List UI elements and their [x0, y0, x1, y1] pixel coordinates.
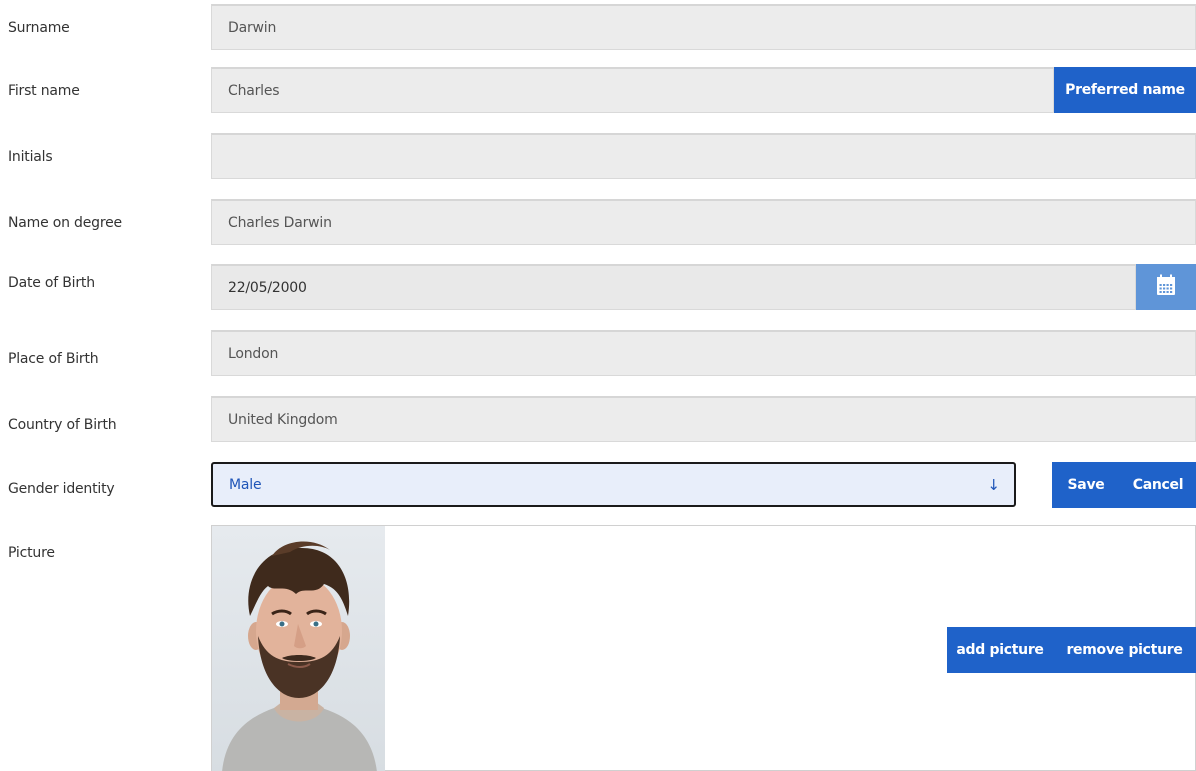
first-name-label: First name — [8, 83, 80, 99]
profile-photo — [212, 526, 385, 771]
gender-identity-value: Male — [229, 476, 262, 493]
surname-label: Surname — [8, 20, 70, 36]
picture-label: Picture — [8, 545, 55, 561]
name-on-degree-label: Name on degree — [8, 215, 122, 231]
save-button[interactable]: Save — [1052, 462, 1120, 508]
place-of-birth-label: Place of Birth — [8, 351, 99, 367]
calendar-icon — [1156, 274, 1176, 300]
country-of-birth-field-wrapper — [211, 396, 1196, 442]
place-of-birth-input[interactable] — [212, 332, 1195, 375]
date-of-birth-input[interactable] — [212, 266, 1135, 309]
surname-input[interactable] — [212, 6, 1195, 49]
picture-container: add picture remove picture — [211, 525, 1196, 771]
country-of-birth-label: Country of Birth — [8, 417, 117, 433]
initials-field-wrapper — [211, 133, 1196, 179]
cancel-button[interactable]: Cancel — [1120, 462, 1196, 508]
initials-label: Initials — [8, 149, 53, 165]
arrow-down-icon: ↓ — [987, 475, 1000, 494]
name-on-degree-row: Name on degree — [0, 199, 1196, 247]
first-name-field-wrapper — [211, 67, 1054, 113]
first-name-input[interactable] — [212, 69, 1053, 112]
place-of-birth-row: Place of Birth — [0, 330, 1196, 378]
name-on-degree-input[interactable] — [212, 201, 1195, 244]
date-of-birth-field-wrapper — [211, 264, 1136, 310]
add-picture-button[interactable]: add picture — [947, 627, 1053, 673]
date-of-birth-label: Date of Birth — [8, 275, 95, 291]
initials-row: Initials — [0, 133, 1196, 181]
date-of-birth-row: Date of Birth — [0, 264, 1196, 312]
surname-row: Surname — [0, 4, 1196, 52]
remove-picture-button[interactable]: remove picture — [1053, 627, 1196, 673]
country-of-birth-row: Country of Birth — [0, 396, 1196, 444]
preferred-name-button[interactable]: Preferred name — [1054, 67, 1196, 113]
first-name-row: First name Preferred name — [0, 67, 1196, 115]
initials-input[interactable] — [212, 135, 1195, 178]
gender-identity-select[interactable]: Male ↓ — [211, 462, 1016, 507]
surname-field-wrapper — [211, 4, 1196, 50]
place-of-birth-field-wrapper — [211, 330, 1196, 376]
personal-details-form: Surname First name Preferred name Initia… — [0, 0, 1196, 771]
gender-identity-row: Gender identity Male ↓ Save Cancel — [0, 462, 1196, 510]
calendar-button[interactable] — [1136, 264, 1196, 310]
name-on-degree-field-wrapper — [211, 199, 1196, 245]
country-of-birth-input[interactable] — [212, 398, 1195, 441]
gender-identity-label: Gender identity — [8, 481, 115, 497]
